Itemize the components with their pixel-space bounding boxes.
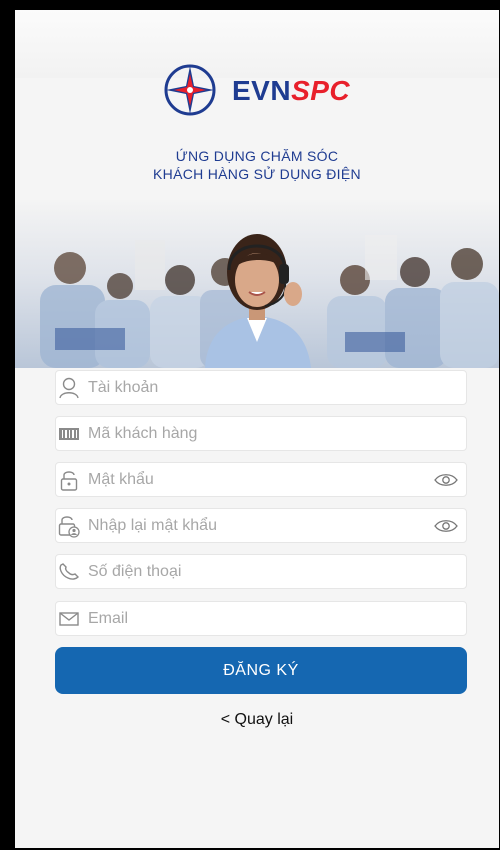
- email-field[interactable]: [55, 601, 467, 636]
- app-screen: EVNSPC ỨNG DỤNG CHĂM SÓC KHÁCH HÀNG SỬ D…: [15, 10, 499, 848]
- back-link[interactable]: < Quay lại: [15, 711, 499, 729]
- confirm-password-input[interactable]: [88, 509, 428, 542]
- email-input[interactable]: [88, 602, 428, 635]
- call-center-illustration: [15, 200, 499, 368]
- user-icon: [56, 371, 82, 404]
- register-button[interactable]: ĐĂNG KÝ: [55, 647, 467, 694]
- brand-name-evn: EVN: [232, 75, 292, 106]
- tagline-line-2: KHÁCH HÀNG SỬ DỤNG ĐIỆN: [153, 166, 361, 182]
- mail-icon: [56, 602, 82, 635]
- hero-photo: [15, 200, 499, 368]
- eye-icon[interactable]: [426, 463, 466, 496]
- phone-icon: [56, 555, 82, 588]
- password-input[interactable]: [88, 463, 428, 496]
- app-tagline: ỨNG DỤNG CHĂM SÓC KHÁCH HÀNG SỬ DỤNG ĐIỆ…: [15, 147, 499, 183]
- password-field[interactable]: [55, 462, 467, 497]
- account-field[interactable]: [55, 370, 467, 405]
- phone-input[interactable]: [88, 555, 428, 588]
- brand-name: EVNSPC: [232, 76, 350, 106]
- lock-user-icon: [56, 509, 82, 542]
- customer-code-field[interactable]: [55, 416, 467, 451]
- brand-name-spc: SPC: [291, 75, 351, 106]
- eye-icon[interactable]: [426, 509, 466, 542]
- phone-field[interactable]: [55, 554, 467, 589]
- confirm-password-field[interactable]: [55, 508, 467, 543]
- lock-icon: [56, 463, 82, 496]
- evn-emblem-icon: [164, 64, 216, 116]
- barcode-icon: [56, 417, 82, 450]
- tagline-line-1: ỨNG DỤNG CHĂM SÓC: [175, 148, 339, 164]
- evnspc-logo: EVNSPC: [162, 62, 382, 118]
- customer-code-input[interactable]: [88, 417, 428, 450]
- account-input[interactable]: [88, 371, 428, 404]
